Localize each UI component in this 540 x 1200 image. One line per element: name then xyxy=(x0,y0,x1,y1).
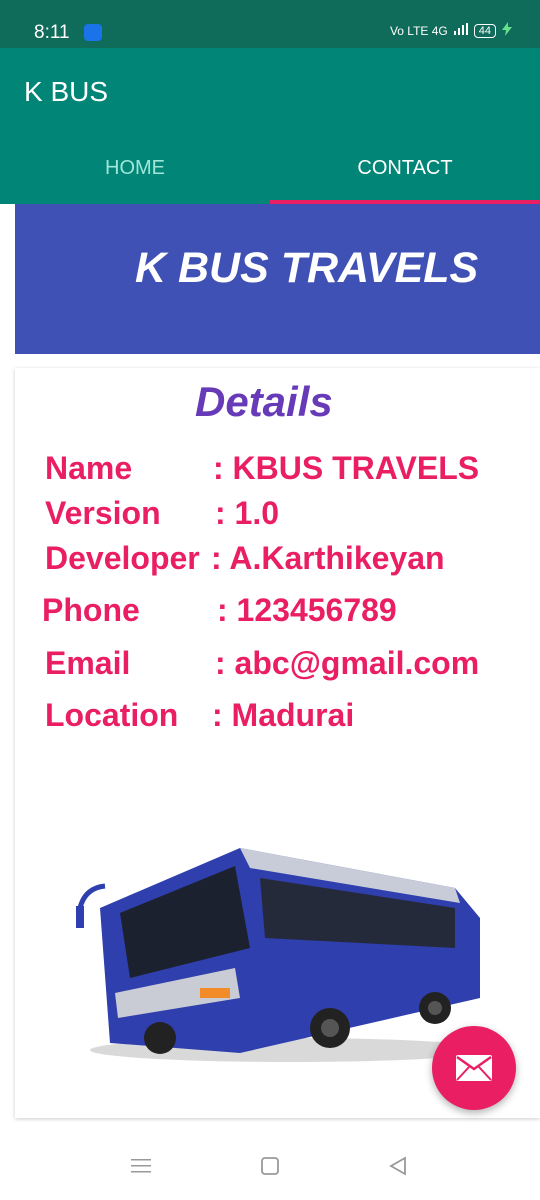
network-indicator: Vo LTE 4G xyxy=(389,23,448,38)
detail-label: Phone xyxy=(42,592,140,628)
detail-label: Location xyxy=(45,697,179,733)
back-triangle-icon[interactable] xyxy=(388,1156,408,1176)
detail-value: : KBUS TRAVELS xyxy=(213,450,480,486)
detail-label: Developer xyxy=(45,540,200,576)
detail-value: : 1.0 xyxy=(215,495,280,531)
detail-value: : 123456789 xyxy=(217,592,397,628)
battery-icon: 44 xyxy=(473,23,496,38)
detail-value: : A.Karthikeyan xyxy=(211,540,445,576)
notification-app-icon xyxy=(84,24,102,41)
tab-bar: HOME CONTACT xyxy=(0,132,540,204)
mail-icon xyxy=(456,1055,492,1081)
status-indicators: Vo LTE 4G 44 xyxy=(390,22,512,39)
menu-icon[interactable] xyxy=(131,1156,151,1176)
email-fab-button[interactable] xyxy=(432,1026,516,1110)
status-bar: 8:11 Vo LTE 4G 44 xyxy=(0,0,540,48)
banner: K BUS TRAVELS xyxy=(15,204,540,354)
tab-contact[interactable]: CONTACT xyxy=(270,132,540,204)
tab-home[interactable]: HOME xyxy=(0,132,270,204)
app-title: K BUS xyxy=(24,76,109,107)
charging-icon xyxy=(502,22,512,39)
banner-title: K BUS TRAVELS xyxy=(135,244,479,292)
detail-value: : abc@gmail.com xyxy=(215,645,480,681)
bus-image xyxy=(76,848,490,1062)
detail-label: Name xyxy=(45,450,133,486)
detail-label: Email xyxy=(45,645,131,681)
status-time: 8:11 xyxy=(34,22,70,43)
details-heading: Details xyxy=(195,378,333,425)
app-bar: K BUS xyxy=(0,48,540,132)
signal-icon xyxy=(453,23,468,38)
detail-value: : Madurai xyxy=(212,697,355,733)
home-square-icon[interactable] xyxy=(260,1156,280,1176)
detail-label: Version xyxy=(45,495,161,531)
details-card: Details Name : KBUS TRAVELS Version : 1.… xyxy=(15,368,540,1118)
system-nav-bar xyxy=(0,1134,540,1200)
